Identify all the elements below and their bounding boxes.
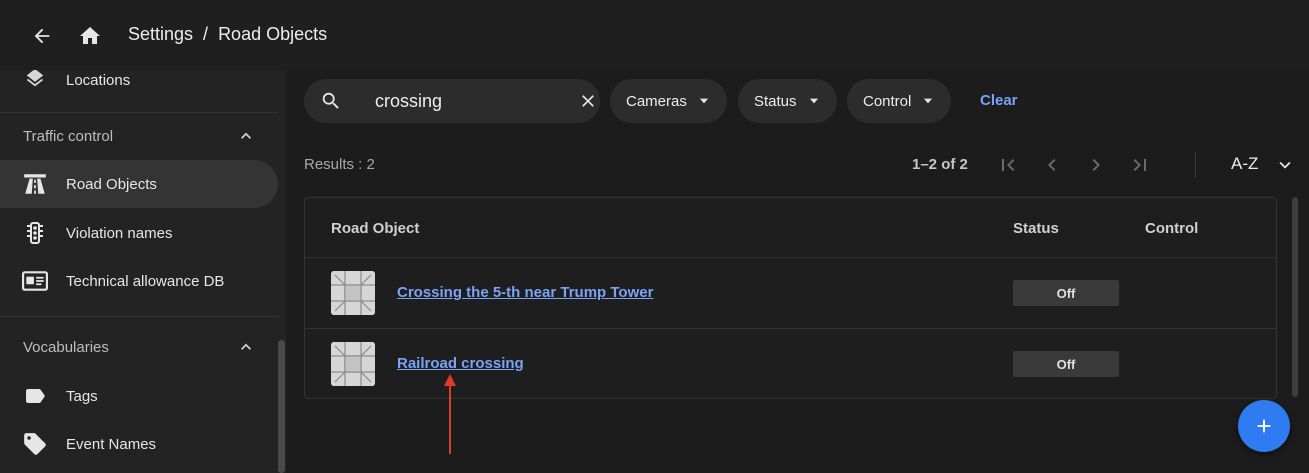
tags-icon	[22, 431, 48, 457]
top-bar: Settings / Road Objects	[0, 0, 1309, 70]
breadcrumb-separator: /	[203, 24, 209, 44]
sidebar-item-label: Event Names	[66, 435, 157, 453]
road-objects-table: Road Object Status Control Crossing the …	[304, 197, 1277, 399]
filter-label: Status	[754, 92, 797, 110]
status-badge[interactable]: Off	[1013, 351, 1119, 377]
breadcrumb: Settings / Road Objects	[128, 24, 327, 45]
main-scrollbar[interactable]	[1292, 197, 1298, 397]
home-icon[interactable]	[74, 20, 106, 52]
road-icon	[22, 171, 48, 197]
add-road-object-button[interactable]	[1238, 400, 1290, 452]
filter-control[interactable]: Control	[847, 79, 952, 123]
annotation-arrow-icon	[444, 374, 456, 454]
filter-label: Cameras	[626, 92, 687, 110]
sidebar: Locations Traffic control Road Objects V…	[0, 70, 286, 473]
sidebar-item-tags[interactable]: Tags	[0, 372, 278, 420]
sidebar-item-label: Tags	[66, 387, 98, 405]
breadcrumb-settings[interactable]: Settings	[128, 24, 193, 45]
road-object-link[interactable]: Crossing the 5-th near Trump Tower	[397, 284, 653, 301]
sidebar-item-violation-names[interactable]: Violation names	[0, 209, 278, 257]
id-card-icon	[22, 268, 48, 294]
filter-cameras[interactable]: Cameras	[610, 79, 727, 123]
next-page-icon[interactable]	[1084, 153, 1108, 177]
road-object-link[interactable]: Railroad crossing	[397, 355, 524, 372]
section-vocabularies[interactable]: Vocabularies	[0, 327, 278, 367]
previous-page-icon[interactable]	[1040, 153, 1064, 177]
tag-icon	[22, 383, 48, 409]
breadcrumb-current: Road Objects	[218, 24, 328, 44]
pagination-range: 1–2 of 2	[912, 156, 968, 173]
clear-filters-button[interactable]: Clear	[980, 92, 1018, 109]
filter-status[interactable]: Status	[738, 79, 837, 123]
traffic-light-icon	[22, 220, 48, 246]
filter-label: Control	[863, 92, 912, 110]
sidebar-item-road-objects[interactable]: Road Objects	[0, 160, 278, 208]
sidebar-item-event-names[interactable]: Event Names	[0, 420, 278, 468]
table-row[interactable]: Crossing the 5-th near Trump Tower Off	[305, 257, 1276, 327]
chevron-up-icon	[241, 343, 251, 350]
sidebar-item-label: Road Objects	[66, 175, 157, 193]
chevron-up-icon	[241, 132, 251, 139]
sidebar-item-label: Locations	[66, 71, 131, 89]
sidebar-item-technical-allowance-db[interactable]: Technical allowance DB	[0, 257, 278, 305]
sidebar-item-label: Technical allowance DB	[66, 272, 225, 290]
sidebar-scrollbar[interactable]	[278, 340, 285, 473]
caret-down-icon	[924, 98, 933, 104]
back-arrow-icon[interactable]	[26, 20, 58, 52]
sidebar-item-locations[interactable]: Locations	[0, 70, 278, 104]
layers-icon	[22, 70, 48, 93]
caret-down-icon	[809, 98, 818, 104]
first-page-icon[interactable]	[996, 153, 1020, 177]
road-object-thumbnail	[331, 271, 375, 315]
column-header-road-object[interactable]: Road Object	[331, 220, 419, 237]
sidebar-divider	[0, 316, 278, 317]
section-title: Vocabularies	[23, 338, 109, 356]
status-badge[interactable]: Off	[1013, 280, 1119, 306]
section-traffic-control[interactable]: Traffic control	[0, 116, 278, 156]
sidebar-item-label: Violation names	[66, 224, 173, 242]
road-object-thumbnail	[331, 342, 375, 386]
column-header-control[interactable]: Control	[1145, 220, 1198, 237]
search-icon	[322, 92, 339, 109]
caret-down-icon	[699, 98, 708, 104]
column-header-status[interactable]: Status	[1013, 220, 1059, 237]
search-input[interactable]: crossing	[375, 91, 442, 112]
last-page-icon[interactable]	[1128, 153, 1152, 177]
chevron-down-icon[interactable]	[1274, 154, 1296, 176]
toolbar-divider	[1195, 152, 1196, 178]
section-title: Traffic control	[23, 127, 114, 145]
plus-icon	[1257, 419, 1271, 433]
sort-order[interactable]: A-Z	[1231, 154, 1258, 174]
sidebar-divider	[0, 112, 278, 113]
close-icon[interactable]	[578, 91, 598, 111]
results-count: Results : 2	[304, 156, 375, 173]
search-field[interactable]: crossing	[304, 79, 600, 123]
